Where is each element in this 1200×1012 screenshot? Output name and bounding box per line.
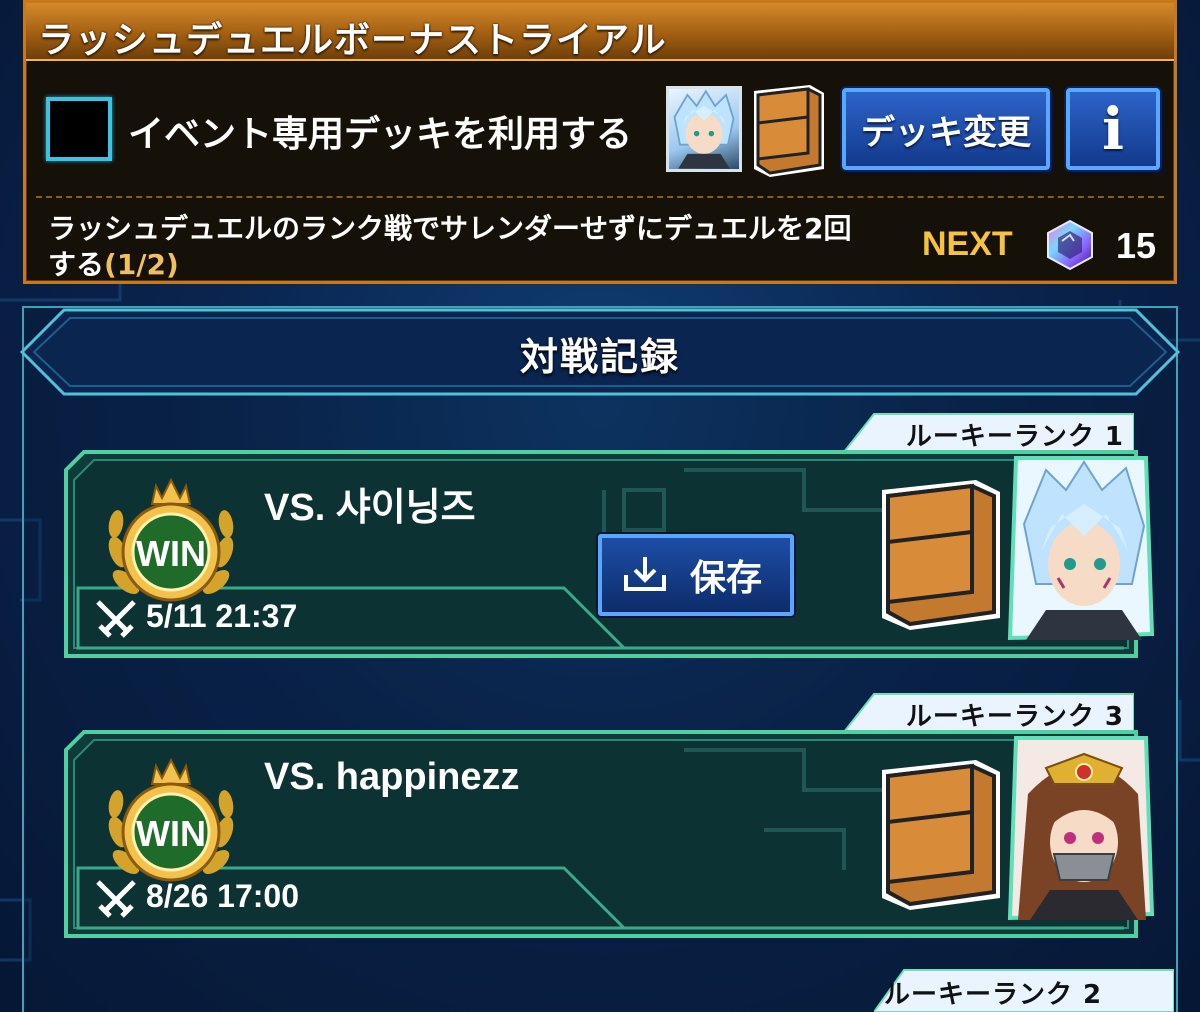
record-item-2[interactable]: ルーキーランク 3 WIN VS. happinezz 8/26 17:00	[64, 692, 1164, 938]
rank-label: ルーキーランク 2	[884, 980, 1103, 1010]
duel-date: 5/11 21:37	[146, 598, 298, 634]
win-text: WIN	[136, 533, 206, 574]
deck-box-icon	[754, 85, 824, 177]
avatar-silver-hair-icon	[1007, 456, 1155, 641]
record-item-1[interactable]: ルーキーランク 1 WIN VS. 샤이닝즈 保存 5/11 21:37	[64, 412, 1164, 658]
duel-date: 8/26 17:00	[146, 878, 300, 914]
reward-count: 15	[1116, 225, 1157, 266]
bonus-trial-panel: ラッシュデュエルボーナストライアル イベント専用デッキを利用する デッキ変更 i…	[23, 0, 1177, 284]
save-replay-button[interactable]: 保存	[598, 534, 794, 616]
avatar-silver-hair-icon	[673, 89, 735, 169]
rank-label: ルーキーランク 3	[905, 702, 1124, 732]
download-icon	[624, 557, 666, 591]
dashed-divider	[36, 196, 1164, 198]
opponent-name: VS. 샤이닝즈	[264, 487, 476, 529]
use-event-deck-label[interactable]: イベント専用デッキを利用する	[128, 105, 632, 157]
save-label: 保存	[690, 558, 763, 599]
info-button[interactable]: i	[1066, 88, 1160, 170]
gem-icon	[1047, 219, 1093, 271]
mission-description: ラッシュデュエルのランク戦でサレンダーせずにデュエルを2回する(1/2)	[48, 211, 868, 283]
deck-character-avatar	[666, 86, 742, 172]
use-event-deck-checkbox[interactable]	[46, 97, 112, 161]
info-icon: i	[1101, 95, 1125, 163]
next-reward-label: NEXT	[922, 225, 1013, 263]
records-title: 対戦記録	[519, 335, 680, 379]
mission-progress: (1/2)	[104, 248, 179, 281]
avatar-brown-hair-icon	[1007, 736, 1155, 921]
rank-label: ルーキーランク 1	[905, 422, 1124, 452]
crossed-swords-icon	[96, 880, 136, 918]
opponent-name: VS. happinezz	[264, 756, 520, 798]
win-text: WIN	[136, 813, 206, 854]
trial-title-bar: ラッシュデュエルボーナストライアル	[26, 3, 1174, 61]
deck-change-button[interactable]: デッキ変更	[842, 88, 1050, 170]
deck-box-icon	[882, 480, 1000, 630]
trial-title: ラッシュデュエルボーナストライアル	[38, 20, 667, 61]
crossed-swords-icon	[96, 600, 136, 638]
deck-box-icon	[882, 760, 1000, 910]
